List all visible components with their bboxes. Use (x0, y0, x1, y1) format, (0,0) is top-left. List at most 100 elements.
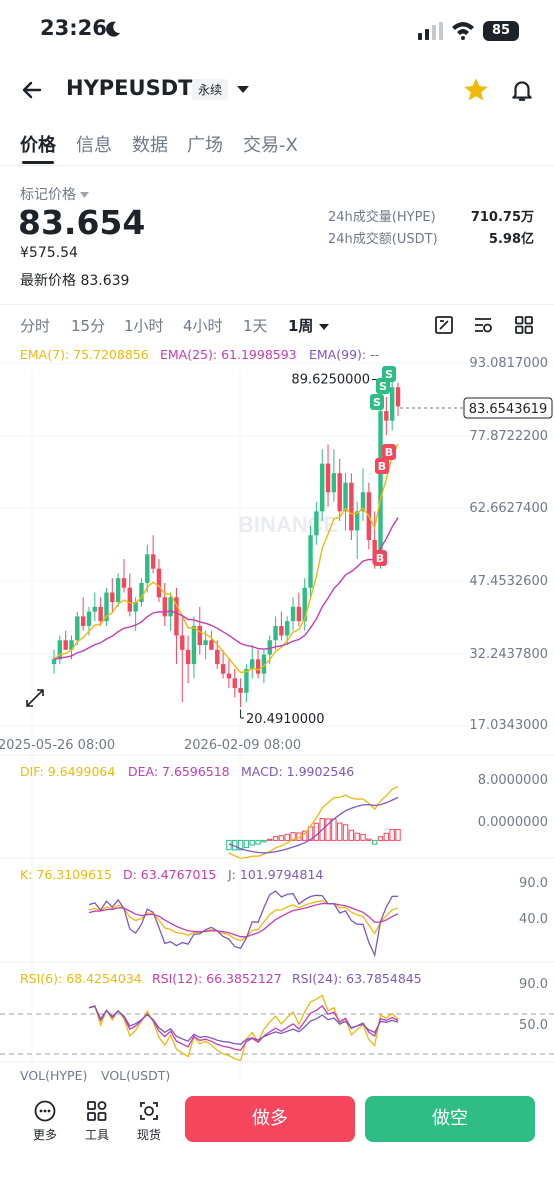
macd-histogram-bar (331, 818, 337, 841)
candle-body (150, 554, 156, 569)
ema25-line (53, 517, 399, 660)
macd-dif-line (228, 785, 399, 859)
candle-body (80, 616, 86, 626)
tab-info[interactable]: 信息 (76, 131, 112, 157)
interval-1w[interactable]: 1周 (288, 315, 329, 336)
current-price-tag: 83.6543619 (469, 402, 548, 417)
candle-body (343, 482, 348, 512)
candle-body (389, 387, 395, 421)
candle-body (133, 602, 138, 612)
volume-24h-label: 24h成交量(HYPE) (328, 210, 436, 225)
macd-histogram-bar (395, 828, 401, 841)
ema7-legend: EMA(7): 75.7208856 (20, 347, 149, 362)
pair-title[interactable]: HYPEUSDT (66, 76, 192, 100)
tools-icon (87, 1101, 107, 1121)
interval-1d[interactable]: 1天 (243, 315, 268, 336)
tab-trade-x[interactable]: 交易-X (243, 131, 298, 157)
price-axis-label: 17.0343000 (469, 718, 548, 733)
candle-body (185, 649, 191, 665)
candle-body (51, 659, 57, 665)
candle-body (86, 611, 92, 626)
candle-body (156, 568, 162, 598)
last-price: 83.639 (80, 273, 130, 289)
candle-body (378, 411, 383, 564)
kdj-k-legend: K: 76.3109615 (20, 867, 112, 882)
spot-icon (140, 1102, 158, 1120)
interval-1h[interactable]: 1小时 (124, 315, 164, 336)
candle-body (98, 606, 103, 622)
turnover-24h-label: 24h成交额(USDT) (328, 232, 438, 247)
tab-price[interactable]: 价格 (20, 131, 56, 157)
caret-down-icon[interactable] (236, 85, 250, 95)
status-time: 23:26 (40, 16, 107, 40)
status-bar: 23:26 85 (0, 0, 554, 62)
candle-body (331, 473, 337, 493)
signal-badge-label: B (378, 460, 386, 473)
tools-button[interactable]: 工具 (77, 1100, 117, 1143)
candle-body (191, 625, 197, 665)
spot-button[interactable]: 现货 (129, 1100, 169, 1143)
back-arrow-icon[interactable] (20, 78, 44, 102)
high-marker-label: 89.6250000 (291, 373, 370, 388)
time-axis-label: 2026-02-09 08:00 (184, 738, 302, 753)
macd-histogram-bar (377, 836, 384, 841)
kdj-j-legend: J: 101.9794814 (228, 867, 324, 882)
chart-watermark: BINANCE (238, 512, 338, 537)
candle-body (232, 678, 237, 688)
interval-timeline[interactable]: 分时 (20, 315, 50, 336)
kdj-axis-label: 40.0 (519, 912, 548, 927)
cny-price: ¥575.54 (20, 245, 78, 261)
candles-layer (51, 377, 401, 1062)
ema7-line (53, 443, 399, 674)
ema99-legend: EMA(99): -- (309, 347, 380, 362)
short-button[interactable]: 做空 (365, 1096, 535, 1142)
candle-body (145, 554, 150, 583)
layout-grid-icon[interactable] (514, 315, 534, 335)
vol-hype-legend: VOL(HYPE) (20, 1068, 88, 1083)
overlay-layer: 83.654361989.625000020.4910000SSSBBB (26, 366, 553, 727)
candle-body (121, 578, 127, 588)
mark-price-label[interactable]: 标记价格 (20, 184, 90, 204)
macd-histogram-bar (389, 829, 395, 841)
active-tab-indicator (22, 161, 54, 164)
candle-body (203, 640, 208, 646)
expand-chart-icon[interactable] (26, 689, 44, 707)
tab-data[interactable]: 数据 (132, 131, 168, 157)
price-axis-label: 77.8722200 (469, 429, 548, 444)
macd-histogram-bar (272, 836, 279, 841)
candle-body (75, 616, 80, 641)
vol-usdt-legend: VOL(USDT) (101, 1068, 171, 1083)
volume-24h-value: 710.75万 (470, 210, 534, 225)
indicator-settings-icon[interactable] (473, 315, 493, 335)
candle-body (92, 606, 98, 612)
favorite-star-icon[interactable] (462, 76, 490, 104)
long-button[interactable]: 做多 (185, 1096, 355, 1142)
tab-square[interactable]: 广场 (187, 131, 223, 157)
macd-histogram-bar (336, 822, 343, 841)
candle-body (238, 687, 243, 693)
rsi24-legend: RSI(24): 63.7854845 (292, 971, 422, 986)
interval-15m[interactable]: 15分 (71, 315, 105, 336)
macd-dea-legend: DEA: 7.6596518 (128, 764, 230, 779)
candle-body (349, 482, 354, 531)
rsi-axis-label: 90.0 (519, 977, 548, 992)
candle-body (296, 606, 302, 622)
chart-settings-icon[interactable] (434, 315, 454, 335)
candle-body (255, 659, 261, 674)
app-header: HYPEUSDT 永续 (0, 62, 554, 118)
interval-selector: 分时 15分 1小时 4小时 1天 1周 (0, 305, 554, 343)
notification-bell-icon[interactable] (509, 77, 535, 103)
more-button[interactable]: 更多 (25, 1100, 65, 1143)
interval-4h[interactable]: 4小时 (183, 315, 223, 336)
candle-body (250, 659, 255, 669)
candle-body (337, 473, 342, 512)
candle-body (384, 411, 389, 421)
candle-body (290, 606, 296, 622)
more-label: 更多 (32, 1128, 57, 1142)
bottom-action-bar: 更多 工具 现货 做多 做空 (0, 1086, 554, 1200)
macd-histogram-bar (360, 833, 366, 841)
expand-arrow (26, 689, 44, 707)
candle-body (110, 592, 115, 603)
price-axis-label: 32.2437800 (469, 647, 548, 662)
kdj-axis-label: 90.0 (519, 876, 548, 891)
